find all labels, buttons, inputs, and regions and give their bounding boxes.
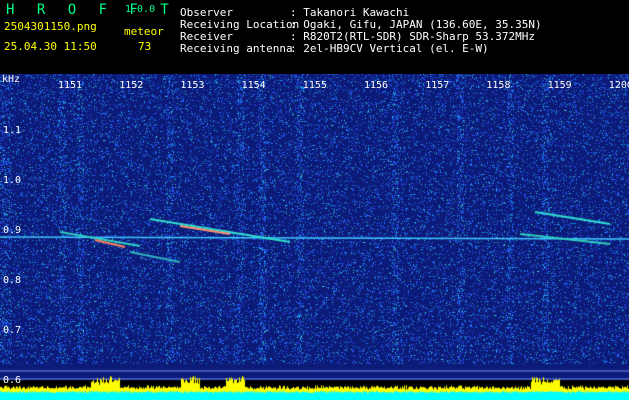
y-tick-label: 0.8 xyxy=(3,275,22,286)
x-tick-label: 1159 xyxy=(547,80,572,91)
info-key-antenna: Receiving antenna xyxy=(180,42,293,55)
file-name: 2504301150.png xyxy=(4,20,97,33)
x-tick-label: 1153 xyxy=(180,80,205,91)
meteor-count: 73 xyxy=(138,40,152,53)
timestamp: 25.04.30 11:50 xyxy=(4,40,97,53)
x-tick-label: 1157 xyxy=(425,80,450,91)
x-tick-label: 1152 xyxy=(119,80,144,91)
x-tick-label: 1154 xyxy=(241,80,266,91)
y-tick-label: 0.9 xyxy=(3,225,22,236)
x-tick-label: 1151 xyxy=(58,80,83,91)
x-tick-label: 1156 xyxy=(364,80,389,91)
app-version: 1.0.0 xyxy=(125,4,156,15)
header-panel: H R O F F T 1.0.0 2504301150.png 25.04.3… xyxy=(0,0,629,74)
x-tick-label: 1158 xyxy=(486,80,511,91)
meteor-label: meteor xyxy=(124,25,164,38)
y-tick-label: 0.6 xyxy=(3,375,22,386)
info-value-antenna: : 2el-HB9CV Vertical (el. E-W) xyxy=(290,42,489,55)
spectrogram-canvas xyxy=(0,74,629,400)
y-tick-label: 1.0 xyxy=(3,175,22,186)
x-tick-label: 1155 xyxy=(302,80,327,91)
x-tick-label: 1200 xyxy=(608,80,629,91)
y-tick-label: 1.1 xyxy=(3,125,22,136)
y-tick-label: 0.7 xyxy=(3,325,22,336)
y-axis-unit: kHz xyxy=(2,74,21,85)
